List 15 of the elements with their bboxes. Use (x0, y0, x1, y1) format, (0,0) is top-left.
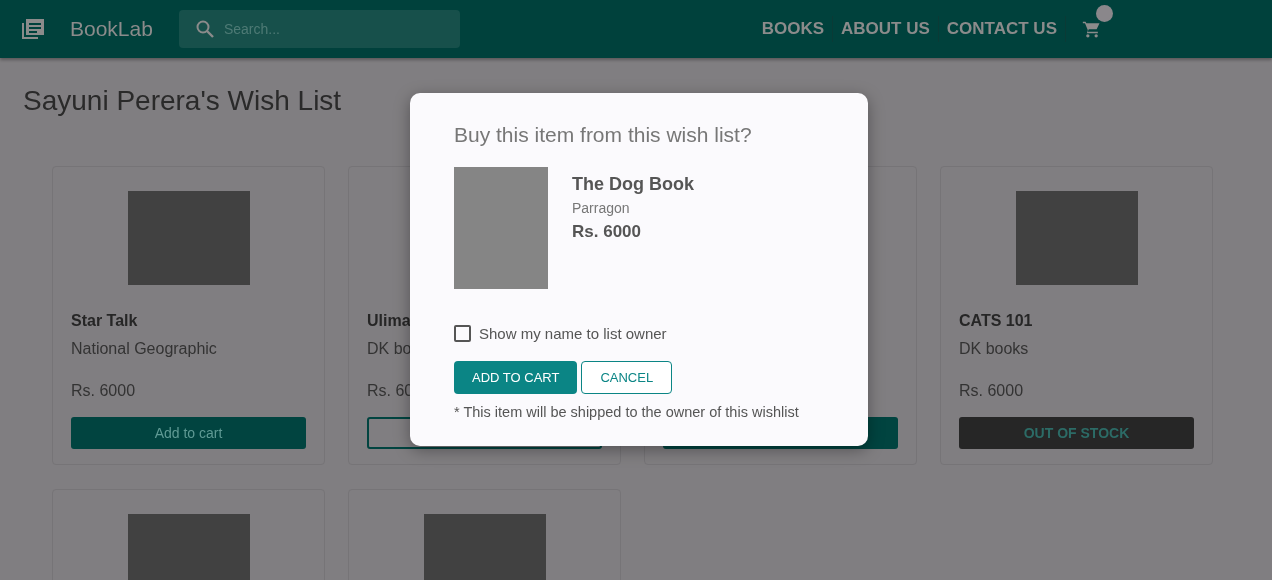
publisher-name: DK bo (367, 339, 412, 359)
book-price: Rs. 6000 (572, 220, 642, 243)
book-price: Rs. 6000 (959, 381, 1024, 401)
publisher-name: Parragon (572, 198, 631, 218)
book-title: Ulima (367, 311, 411, 331)
dialog-title: Buy this item from this wish list? (454, 122, 753, 148)
publisher-name: National Geographic (71, 339, 217, 359)
book-title: The Dog Book (572, 172, 694, 196)
book-price: Rs. 6000 (71, 381, 136, 401)
checkbox-label: Show my name to list owner (479, 323, 667, 344)
book-title: CATS 101 (959, 311, 1033, 331)
publisher-name: DK books (959, 339, 1029, 359)
shipping-note: * This item will be shipped to the owner of this wishlist (454, 403, 800, 422)
page-title: Sayuni Perera's Wish List (23, 84, 343, 118)
book-title: Star Talk (71, 311, 138, 331)
